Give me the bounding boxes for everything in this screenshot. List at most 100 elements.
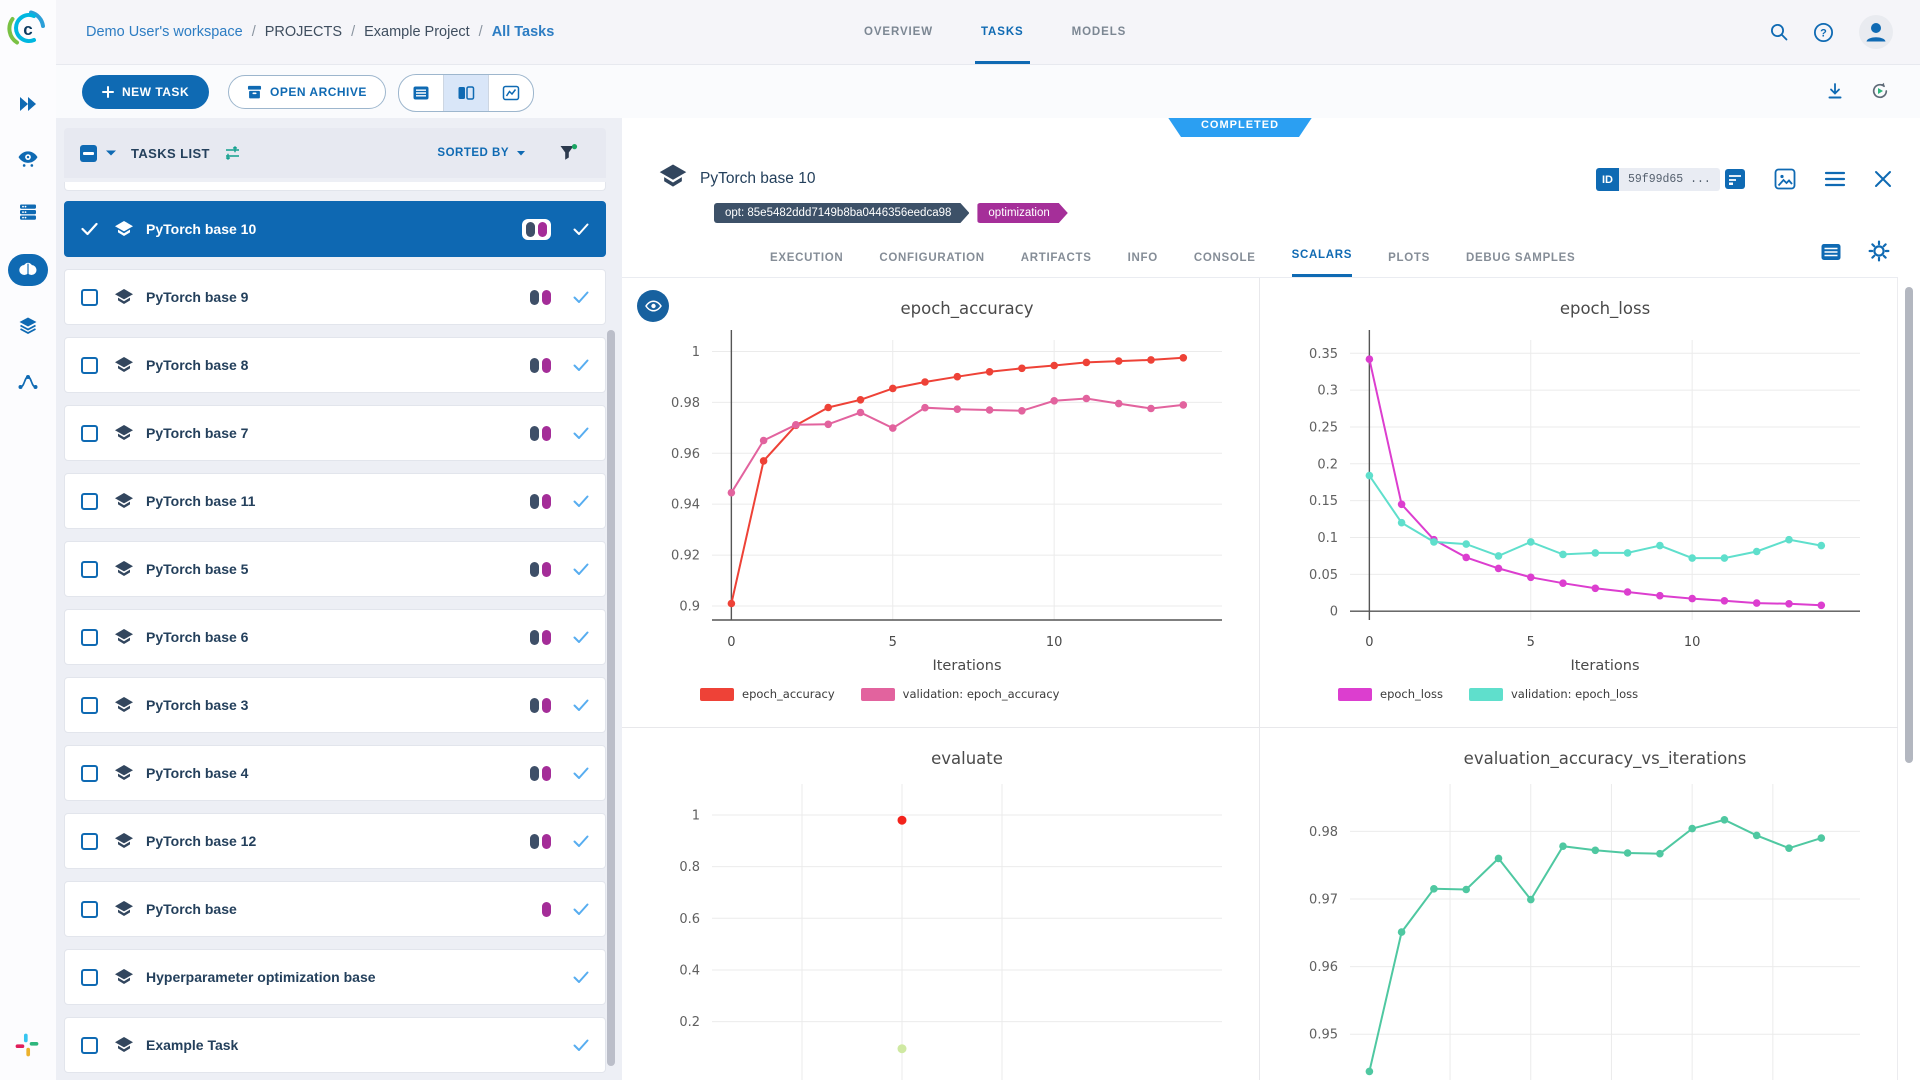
task-checkbox[interactable] bbox=[81, 833, 98, 850]
detail-tab-info[interactable]: INFO bbox=[1128, 235, 1158, 277]
legend-item[interactable]: epoch_accuracy bbox=[700, 687, 835, 701]
legend-item[interactable]: validation: epoch_accuracy bbox=[861, 687, 1060, 701]
task-checkbox[interactable] bbox=[81, 1037, 98, 1054]
tab-tasks[interactable]: TASKS bbox=[981, 0, 1024, 64]
detail-tab-plots[interactable]: PLOTS bbox=[1388, 235, 1430, 277]
task-comment-button[interactable] bbox=[1722, 166, 1748, 192]
task-checkbox[interactable] bbox=[81, 493, 98, 510]
svg-text:0.95: 0.95 bbox=[1309, 1028, 1338, 1043]
task-checkbox[interactable] bbox=[81, 765, 98, 782]
chart-legend: epoch_accuracy validation: epoch_accuracy bbox=[700, 687, 1059, 701]
task-row[interactable]: PyTorch base 4 bbox=[64, 745, 606, 801]
split-view-button[interactable] bbox=[443, 75, 488, 111]
search-icon[interactable] bbox=[1769, 22, 1789, 42]
task-preview-image-button[interactable] bbox=[1772, 166, 1798, 192]
legend-swatch bbox=[1338, 688, 1372, 701]
task-id-badge[interactable]: ID 59f99d65 ... bbox=[1596, 168, 1720, 191]
task-name: PyTorch base 12 bbox=[146, 833, 256, 849]
task-checkbox[interactable] bbox=[81, 901, 98, 918]
chart-epoch-loss[interactable]: 0.350.30.250.20.150.10.0500510epoch_loss… bbox=[1268, 282, 1888, 712]
sidebar-item-projects[interactable] bbox=[8, 254, 48, 286]
sidebar-item-pipelines[interactable] bbox=[8, 366, 48, 398]
task-row[interactable]: PyTorch base 7 bbox=[64, 405, 606, 461]
clearml-logo[interactable]: c bbox=[7, 8, 47, 48]
task-name: PyTorch base 10 bbox=[146, 221, 256, 237]
detail-tab-execution[interactable]: EXECUTION bbox=[770, 235, 843, 277]
double-chevron-right-icon bbox=[17, 94, 39, 114]
close-detail-button[interactable] bbox=[1870, 166, 1896, 192]
open-archive-button[interactable]: OPEN ARCHIVE bbox=[228, 75, 386, 109]
breadcrumb[interactable]: Demo User's workspace/PROJECTS/Example P… bbox=[86, 0, 554, 64]
task-checkbox[interactable] bbox=[81, 697, 98, 714]
legend-item[interactable]: epoch_loss bbox=[1338, 687, 1443, 701]
chart-epoch-accuracy[interactable]: 10.980.960.940.920.90510epoch_accuracyIt… bbox=[630, 282, 1250, 712]
detail-tab-configuration[interactable]: CONFIGURATION bbox=[879, 235, 984, 277]
sidebar-expand-button[interactable] bbox=[8, 88, 48, 120]
table-view-button[interactable] bbox=[399, 75, 443, 111]
select-all-checkbox[interactable] bbox=[80, 145, 97, 162]
tasks-list-scrollbar[interactable] bbox=[607, 330, 615, 1066]
task-checkbox[interactable] bbox=[81, 969, 98, 986]
sidebar-item-hyper-datasets[interactable] bbox=[8, 142, 48, 174]
breadcrumb-item[interactable]: All Tasks bbox=[492, 24, 555, 40]
task-row[interactable]: Example Task bbox=[64, 1017, 606, 1073]
task-status-check-icon bbox=[573, 427, 589, 440]
detail-tab-scalars[interactable]: SCALARS bbox=[1292, 235, 1353, 277]
customize-columns-icon[interactable] bbox=[224, 145, 241, 161]
metrics-table-button[interactable] bbox=[1818, 239, 1844, 265]
task-row[interactable]: PyTorch base 11 bbox=[64, 473, 606, 529]
svg-text:0.3: 0.3 bbox=[1317, 384, 1338, 399]
detail-tabs: EXECUTION CONFIGURATION ARTIFACTS INFO CONSO… bbox=[770, 235, 1575, 277]
task-tag[interactable]: opt: 85e5482ddd7149b8ba0446356eedca98 bbox=[714, 203, 969, 223]
slack-link[interactable] bbox=[14, 1032, 40, 1058]
task-tags: opt: 85e5482ddd7149b8ba0446356eedca98 opt… bbox=[714, 203, 1068, 223]
detail-tab-artifacts[interactable]: ARTIFACTS bbox=[1021, 235, 1092, 277]
charts-right-border bbox=[1897, 278, 1898, 1080]
task-row[interactable]: PyTorch base 8 bbox=[64, 337, 606, 393]
task-row[interactable]: PyTorch base 10 bbox=[64, 201, 606, 257]
auto-refresh-icon[interactable] bbox=[1870, 81, 1890, 101]
filter-button[interactable] bbox=[559, 144, 578, 162]
detail-tab-console[interactable]: CONSOLE bbox=[1194, 235, 1256, 277]
task-type-icon bbox=[114, 628, 134, 647]
scrolled-task-row-partial[interactable] bbox=[64, 182, 606, 191]
task-row[interactable]: PyTorch base 12 bbox=[64, 813, 606, 869]
task-type-icon bbox=[658, 163, 688, 191]
tab-models[interactable]: MODELS bbox=[1072, 0, 1127, 64]
show-hide-metrics-button[interactable] bbox=[637, 290, 669, 322]
sorted-by-button[interactable]: SORTED BY bbox=[437, 147, 526, 159]
task-type-icon bbox=[114, 492, 134, 511]
download-icon[interactable] bbox=[1826, 82, 1844, 100]
detail-tab-debug-samples[interactable]: DEBUG SAMPLES bbox=[1466, 235, 1575, 277]
task-row[interactable]: PyTorch base 5 bbox=[64, 541, 606, 597]
profile-avatar[interactable] bbox=[1858, 14, 1894, 50]
sidebar-item-workers-queues[interactable] bbox=[8, 196, 48, 228]
task-checkbox[interactable] bbox=[81, 357, 98, 374]
selection-dropdown-caret-icon[interactable] bbox=[105, 149, 117, 157]
chart-view-button[interactable] bbox=[488, 75, 533, 111]
task-row[interactable]: PyTorch base 6 bbox=[64, 609, 606, 665]
task-row[interactable]: PyTorch base bbox=[64, 881, 606, 937]
sidebar-item-models[interactable] bbox=[8, 310, 48, 342]
detail-panel-scrollbar[interactable] bbox=[1905, 287, 1913, 763]
task-menu-button[interactable] bbox=[1822, 166, 1848, 192]
layers-icon bbox=[17, 316, 39, 336]
tab-overview[interactable]: OVERVIEW bbox=[864, 0, 933, 64]
legend-item[interactable]: validation: epoch_loss bbox=[1469, 687, 1638, 701]
scalars-settings-button[interactable] bbox=[1866, 238, 1892, 264]
task-color-pills bbox=[530, 834, 551, 849]
task-checkbox[interactable] bbox=[81, 629, 98, 646]
chart-evaluation-accuracy-vs-iterations[interactable]: 0.980.970.960.95evaluation_accuracy_vs_i… bbox=[1268, 732, 1888, 1080]
task-tag[interactable]: optimization bbox=[977, 203, 1067, 223]
task-checkbox[interactable] bbox=[81, 289, 98, 306]
task-row[interactable]: PyTorch base 9 bbox=[64, 269, 606, 325]
task-row[interactable]: PyTorch base 3 bbox=[64, 677, 606, 733]
breadcrumb-item[interactable]: Demo User's workspace bbox=[86, 24, 243, 40]
help-icon[interactable]: ? bbox=[1813, 22, 1834, 43]
task-checkbox[interactable] bbox=[81, 425, 98, 442]
task-checkbox[interactable] bbox=[81, 561, 98, 578]
task-color-pills bbox=[530, 494, 551, 509]
new-task-button[interactable]: NEW TASK bbox=[82, 75, 209, 109]
chart-evaluate[interactable]: 10.80.60.40.2evaluate bbox=[630, 732, 1250, 1080]
task-row[interactable]: Hyperparameter optimization base bbox=[64, 949, 606, 1005]
